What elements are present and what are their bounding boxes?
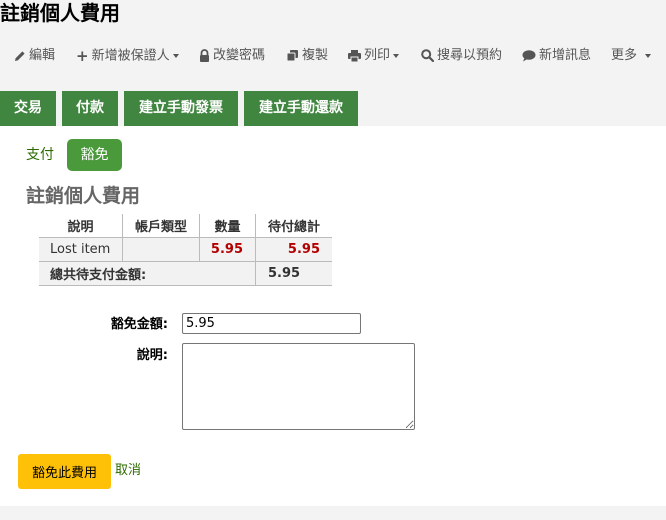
add-guarantee-button[interactable]: + 新增被保證人 [76, 44, 179, 68]
column-header: 數量 [199, 214, 256, 238]
tab-manual-credit[interactable]: 建立手動還款 [244, 91, 358, 126]
cancel-link[interactable]: 取消 [115, 462, 141, 480]
printer-icon [348, 49, 361, 62]
item-account-type [122, 237, 200, 262]
total-value: 5.95 [255, 261, 332, 286]
tab-payment[interactable]: 付款 [62, 91, 118, 126]
caret-down-icon [172, 54, 179, 58]
print-button[interactable]: 列印 [348, 44, 400, 68]
item-outstanding: 5.95 [255, 237, 332, 262]
copy-icon [286, 50, 298, 62]
caret-down-icon [393, 53, 400, 58]
total-label: 總共待支付金額: [39, 261, 256, 286]
more-menu-button[interactable]: 更多 [611, 44, 652, 68]
duplicate-button[interactable]: 複製 [286, 44, 328, 68]
pay-subtab[interactable]: 支付 [26, 139, 54, 171]
caret-down-icon [645, 53, 652, 58]
lock-icon [200, 49, 209, 62]
column-header: 待付總計 [255, 214, 332, 238]
pencil-icon [15, 50, 25, 61]
page-title: 註銷個人費用 [0, 1, 120, 25]
note-textarea[interactable] [182, 343, 415, 430]
edit-button[interactable]: 編輯 [14, 44, 55, 68]
new-message-button[interactable]: 新增訊息 [522, 44, 591, 68]
tab-manual-invoice[interactable]: 建立手動發票 [124, 91, 238, 126]
table-header-row: 說明 帳戶類型 數量 待付總計 [39, 214, 332, 238]
footer-background [0, 506, 666, 520]
table-row: Lost item 5.95 5.95 [39, 237, 332, 262]
change-password-button[interactable]: 改變密碼 [199, 44, 265, 68]
column-header: 說明 [39, 214, 123, 238]
search-holds-button[interactable]: 搜尋以預約 [421, 44, 502, 68]
charges-table: 說明 帳戶類型 數量 待付總計 Lost item 5.95 5.95 總共待支… [39, 214, 332, 286]
section-title: 註銷個人費用 [26, 185, 141, 207]
item-amount: 5.95 [199, 237, 256, 262]
waive-fee-button[interactable]: 豁免此費用 [18, 454, 111, 489]
search-icon [421, 49, 434, 62]
note-label: 說明: [136, 348, 168, 363]
column-header: 帳戶類型 [122, 214, 200, 238]
waive-subtab[interactable]: 豁免 [67, 139, 122, 171]
patron-toolbar: 編輯 + 新增被保證人 改變密碼 複製 列印 搜尋以預約 新增訊息 更多 [0, 44, 666, 68]
amount-input[interactable] [182, 313, 361, 334]
comment-icon [522, 49, 536, 61]
amount-label: 豁免金額: [110, 317, 168, 332]
plus-icon: + [76, 47, 89, 65]
tab-transactions[interactable]: 交易 [0, 91, 56, 126]
total-row: 總共待支付金額: 5.95 [39, 261, 332, 286]
item-description: Lost item [39, 237, 123, 262]
